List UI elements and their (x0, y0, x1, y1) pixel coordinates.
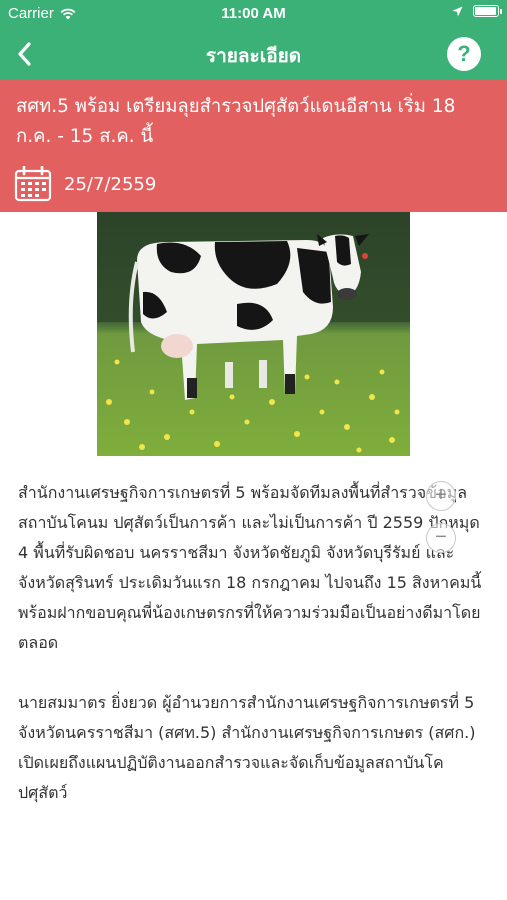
article-headline: สศท.5 พร้อม เตรียมลุยสำรวจปศุสัตว์แดนอีส… (16, 96, 456, 147)
cow-illustration (97, 212, 410, 456)
article-paragraph: นายสมมาตร ยิ่งยวด ผู้อำนวยการสำนักงานเศร… (18, 693, 476, 802)
battery-level (475, 7, 496, 15)
cow-photo (97, 212, 410, 456)
article-date: 25/7/2559 (64, 173, 157, 195)
help-button[interactable]: ? (447, 37, 481, 71)
article-paragraph: สำนักงานเศรษฐกิจการเกษตรที่ 5 พร้อมจัดที… (18, 483, 482, 652)
date-row: 25/7/2559 (14, 166, 156, 202)
battery-icon (473, 5, 502, 17)
article-body: สำนักงานเศรษฐกิจการเกษตรที่ 5 พร้อมจัดที… (18, 478, 493, 838)
headline-panel: สศท.5 พร้อม เตรียมลุยสำรวจปศุสัตว์แดนอีส… (0, 80, 507, 212)
calendar-icon (14, 166, 52, 202)
location-arrow-icon (452, 6, 463, 16)
zoom-out-button[interactable]: − (426, 523, 456, 553)
status-bar: Carrier 11:00 AM (0, 0, 507, 28)
status-time: 11:00 AM (221, 5, 286, 22)
status-right-group (452, 5, 502, 17)
page-title: รายละเอียด (205, 45, 302, 67)
navigation-bar: รายละเอียด ? (0, 28, 507, 80)
zoom-in-button[interactable]: + (426, 481, 456, 511)
